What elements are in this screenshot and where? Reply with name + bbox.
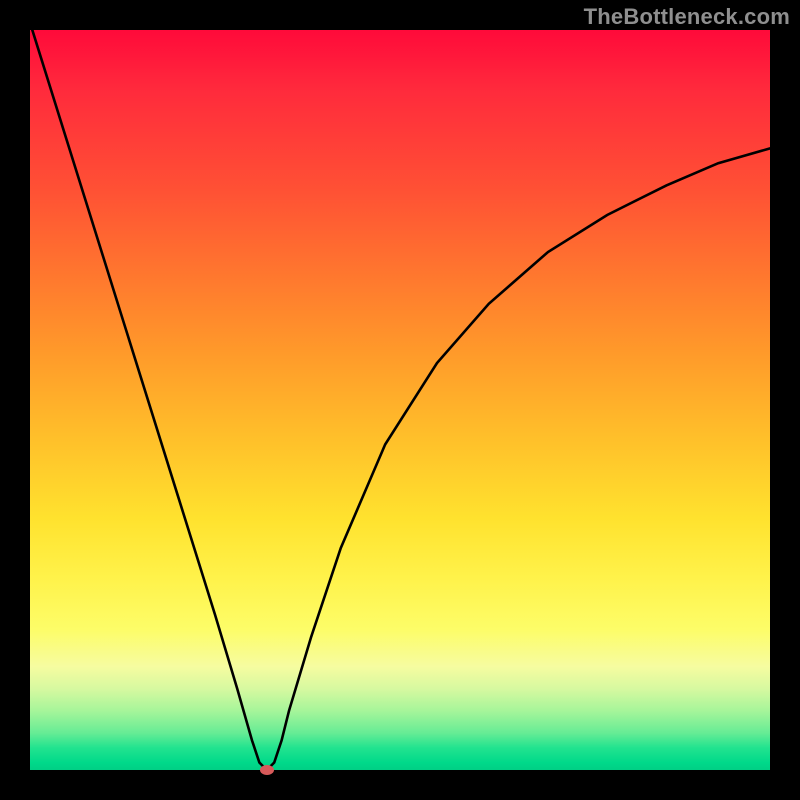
bottleneck-curve-path	[30, 30, 770, 770]
watermark-text: TheBottleneck.com	[584, 4, 790, 30]
chart-frame: TheBottleneck.com	[0, 0, 800, 800]
minimum-marker-dot	[260, 765, 274, 775]
curve-svg	[30, 30, 770, 770]
plot-area	[30, 30, 770, 770]
